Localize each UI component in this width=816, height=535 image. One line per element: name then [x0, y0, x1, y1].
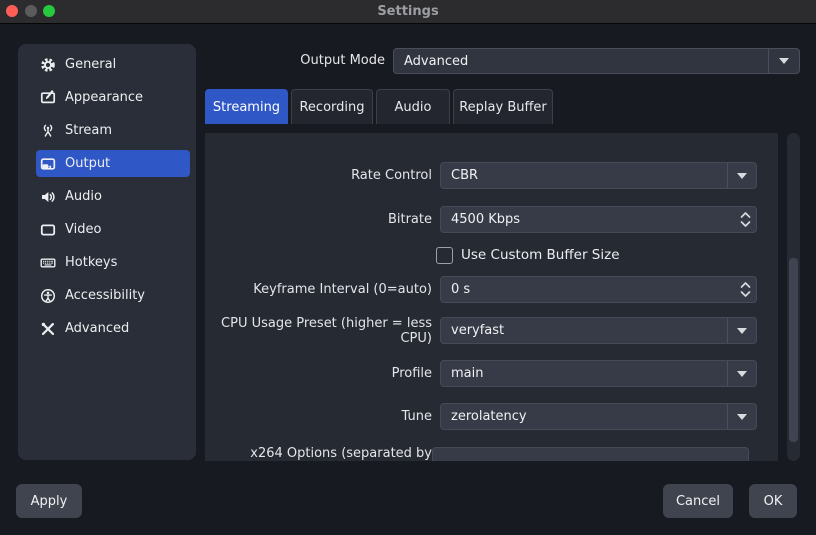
sidebar-item-advanced[interactable]: Advanced — [36, 315, 190, 342]
apply-button[interactable]: Apply — [16, 484, 82, 518]
ok-button[interactable]: OK — [749, 484, 797, 518]
output-mode-select[interactable]: Advanced — [393, 48, 800, 74]
sidebar-item-label: Stream — [65, 123, 113, 138]
window-title: Settings — [377, 4, 439, 19]
sidebar-item-output[interactable]: Output — [36, 150, 190, 177]
tab-recording[interactable]: Recording — [291, 89, 373, 124]
appearance-icon — [39, 89, 57, 107]
sidebar-item-hotkeys[interactable]: Hotkeys — [36, 249, 190, 276]
sidebar-item-appearance[interactable]: Appearance — [36, 84, 190, 111]
cancel-button[interactable]: Cancel — [663, 484, 733, 518]
chevron-down-icon — [727, 404, 756, 429]
sidebar-item-stream[interactable]: Stream — [36, 117, 190, 144]
tune-row: Tune zerolatency — [205, 403, 778, 430]
accessibility-icon — [39, 287, 57, 305]
x264-options-row: x264 Options (separated by space) — [205, 445, 778, 462]
rate-control-row: Rate Control CBR — [205, 162, 778, 189]
sidebar-item-label: Audio — [65, 189, 102, 204]
sidebar-item-label: Accessibility — [65, 288, 145, 303]
vertical-scrollbar[interactable] — [787, 133, 800, 461]
tab-label: Audio — [394, 99, 432, 115]
hotkeys-icon — [39, 254, 57, 272]
profile-value: main — [451, 366, 484, 381]
chevron-down-icon — [768, 49, 799, 73]
sidebar: General Appearance Stream Output Audio V… — [18, 44, 196, 460]
bitrate-row: Bitrate 4500 Kbps — [205, 206, 778, 233]
rate-control-value: CBR — [451, 168, 479, 183]
rate-control-label: Rate Control — [351, 168, 432, 183]
cpu-preset-value: veryfast — [451, 323, 505, 338]
video-icon — [39, 221, 57, 239]
sidebar-item-label: Output — [65, 156, 111, 171]
advanced-icon — [39, 320, 57, 338]
audio-icon — [39, 188, 57, 206]
cpu-preset-select[interactable]: veryfast — [440, 317, 757, 344]
x264-options-label: x264 Options (separated by space) — [250, 445, 432, 462]
bitrate-label: Bitrate — [387, 212, 432, 227]
stream-icon — [39, 122, 57, 140]
bitrate-spinner[interactable]: 4500 Kbps — [440, 206, 757, 233]
sidebar-item-label: Advanced — [65, 321, 130, 336]
cpu-preset-row: CPU Usage Preset (higher = less CPU) ver… — [205, 315, 778, 346]
tab-label: Streaming — [212, 99, 281, 115]
custom-buffer-row: Use Custom Buffer Size — [436, 246, 620, 264]
gear-icon — [39, 56, 57, 74]
keyframe-interval-value: 0 s — [451, 282, 471, 297]
custom-buffer-checkbox[interactable] — [436, 246, 453, 264]
chevron-down-icon — [727, 318, 756, 343]
output-mode-label: Output Mode — [300, 53, 385, 68]
output-icon — [39, 155, 57, 173]
tab-label: Replay Buffer — [459, 99, 547, 115]
tab-bar: Streaming Recording Audio Replay Buffer — [205, 89, 553, 124]
cpu-preset-label: CPU Usage Preset (higher = less CPU) — [221, 315, 432, 346]
scrollbar-thumb[interactable] — [789, 258, 798, 442]
keyframe-interval-spinner[interactable]: 0 s — [440, 276, 757, 303]
sidebar-item-label: Hotkeys — [65, 255, 118, 270]
settings-pane: Rate Control CBR Bitrate 4500 Kbps Use C… — [205, 133, 778, 461]
tab-replay-buffer[interactable]: Replay Buffer — [453, 89, 553, 124]
settings-window: Settings General Appearance Stream Outpu… — [0, 0, 816, 535]
tune-select[interactable]: zerolatency — [440, 403, 757, 430]
profile-label: Profile — [391, 366, 432, 381]
sidebar-item-general[interactable]: General — [36, 51, 190, 78]
tune-label: Tune — [401, 409, 432, 424]
spinner-arrows-icon[interactable] — [740, 207, 751, 232]
titlebar: Settings — [0, 0, 816, 24]
rate-control-select[interactable]: CBR — [440, 162, 757, 189]
keyframe-interval-label: Keyframe Interval (0=auto) — [253, 282, 432, 297]
custom-buffer-label: Use Custom Buffer Size — [461, 247, 620, 263]
sidebar-item-video[interactable]: Video — [36, 216, 190, 243]
bitrate-value: 4500 Kbps — [451, 212, 521, 227]
tab-streaming[interactable]: Streaming — [205, 89, 288, 124]
chevron-down-icon — [727, 361, 756, 386]
output-mode-value: Advanced — [404, 53, 469, 69]
sidebar-item-label: Appearance — [65, 90, 144, 105]
sidebar-item-accessibility[interactable]: Accessibility — [36, 282, 190, 309]
profile-row: Profile main — [205, 360, 778, 387]
sidebar-item-label: General — [65, 57, 117, 72]
sidebar-item-label: Video — [65, 222, 102, 237]
tune-value: zerolatency — [451, 409, 527, 424]
keyframe-interval-row: Keyframe Interval (0=auto) 0 s — [205, 276, 778, 303]
profile-select[interactable]: main — [440, 360, 757, 387]
spinner-arrows-icon[interactable] — [740, 277, 751, 302]
x264-options-input[interactable] — [432, 447, 749, 461]
chevron-down-icon — [727, 163, 756, 188]
sidebar-item-audio[interactable]: Audio — [36, 183, 190, 210]
tab-audio[interactable]: Audio — [376, 89, 450, 124]
tab-label: Recording — [299, 99, 365, 115]
